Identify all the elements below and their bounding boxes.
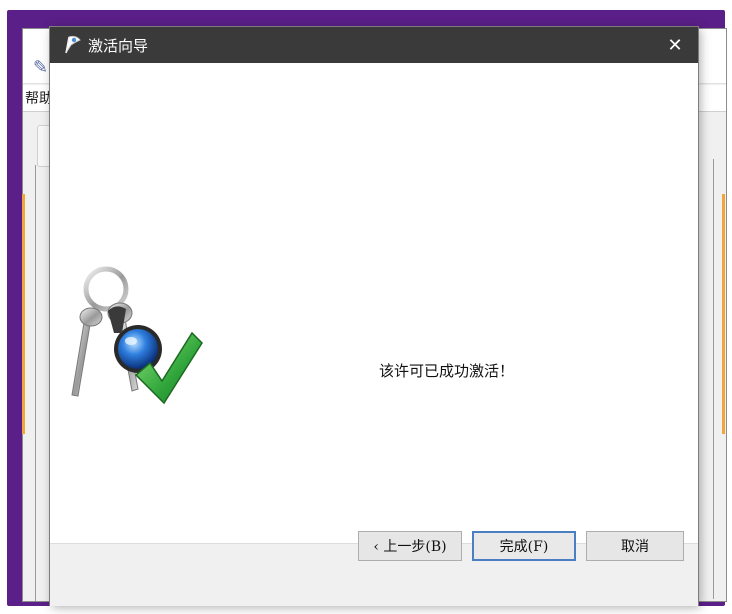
activation-wizard-dialog: 激活向导 ✕ 该许可已成功激活！ — [50, 27, 698, 606]
orange-accent-left — [22, 194, 25, 434]
background-divider-right — [713, 159, 714, 599]
back-button-label: ‹ 上一步(B) — [373, 539, 447, 555]
activation-success-message: 该许可已成功激活！ — [379, 362, 515, 380]
desktop-background: ✎ 帮助 激活向导 ✕ 该许可已成功激活！ ‹ 上一步(B) 完成(F) 取消 — [0, 0, 732, 614]
cancel-button-label: 取消 — [621, 539, 649, 555]
dialog-title: 激活向导 — [88, 37, 149, 55]
app-icon: ✎ — [33, 57, 49, 78]
keys-checkmark-icon — [71, 266, 203, 405]
close-button[interactable]: ✕ — [652, 27, 698, 63]
back-button[interactable]: ‹ 上一步(B) — [358, 531, 462, 561]
menu-help[interactable]: 帮助 — [25, 88, 53, 108]
finish-button[interactable]: 完成(F) — [472, 531, 576, 561]
finish-button-label: 完成(F) — [499, 539, 549, 555]
dialog-content: 该许可已成功激活！ — [50, 63, 698, 543]
orange-accent-right — [722, 194, 725, 434]
background-divider-left — [35, 165, 36, 601]
wizard-icon — [65, 35, 81, 54]
cancel-button[interactable]: 取消 — [586, 531, 684, 561]
close-icon: ✕ — [667, 34, 683, 56]
dialog-titlebar: 激活向导 ✕ — [50, 27, 698, 63]
